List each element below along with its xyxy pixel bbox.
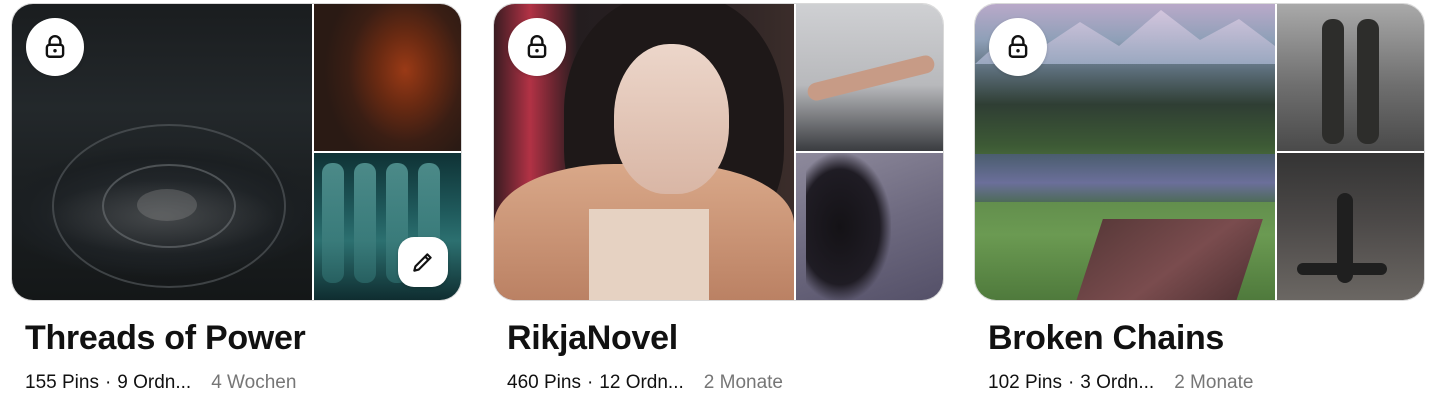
last-updated: 2 Monate <box>1174 372 1254 393</box>
pin-count: 155 Pins <box>25 372 99 393</box>
board-meta: 460 Pins · 12 Ordn... 2 Monate <box>507 372 783 394</box>
board-card-threads-of-power[interactable]: Threads of Power 155 Pins · 9 Ordn... 4 … <box>11 3 462 403</box>
meta-separator: · <box>1067 372 1075 393</box>
pencil-icon <box>413 253 432 272</box>
edit-board-button[interactable] <box>398 237 448 287</box>
board-title[interactable]: Threads of Power <box>25 319 306 358</box>
meta-separator: · <box>586 372 594 393</box>
cover-image-top-right <box>1277 4 1424 151</box>
board-meta: 155 Pins · 9 Ordn... 4 Wochen <box>25 372 296 394</box>
board-grid: Threads of Power 155 Pins · 9 Ordn... 4 … <box>0 0 1432 413</box>
section-count: 9 Ordn... <box>117 372 192 393</box>
board-meta: 102 Pins · 3 Ordn... 2 Monate <box>988 372 1253 394</box>
last-updated: 2 Monate <box>703 372 784 393</box>
board-cover[interactable] <box>493 3 944 301</box>
pin-count: 460 Pins <box>507 372 581 393</box>
cover-image-bottom-right <box>1277 153 1424 300</box>
board-title[interactable]: RikjaNovel <box>507 319 678 358</box>
board-card-rikjanovel[interactable]: RikjaNovel 460 Pins · 12 Ordn... 2 Monat… <box>493 3 944 403</box>
board-card-broken-chains[interactable]: Broken Chains 102 Pins · 3 Ordn... 2 Mon… <box>974 3 1425 403</box>
cover-image-top-right <box>314 4 461 151</box>
lock-icon <box>527 35 547 58</box>
board-cover[interactable] <box>974 3 1425 301</box>
last-updated: 4 Wochen <box>211 372 297 393</box>
pin-count: 102 Pins <box>988 372 1062 393</box>
cover-image-bottom-right <box>796 153 943 300</box>
lock-icon <box>45 35 65 58</box>
meta-separator: · <box>104 372 112 393</box>
lock-icon <box>1008 35 1028 58</box>
board-cover[interactable] <box>11 3 462 301</box>
secret-board-badge <box>26 18 84 76</box>
board-title[interactable]: Broken Chains <box>988 319 1224 358</box>
section-count: 3 Ordn... <box>1080 372 1155 393</box>
secret-board-badge <box>989 18 1047 76</box>
secret-board-badge <box>508 18 566 76</box>
section-count: 12 Ordn... <box>599 372 684 393</box>
cover-image-top-right <box>796 4 943 151</box>
